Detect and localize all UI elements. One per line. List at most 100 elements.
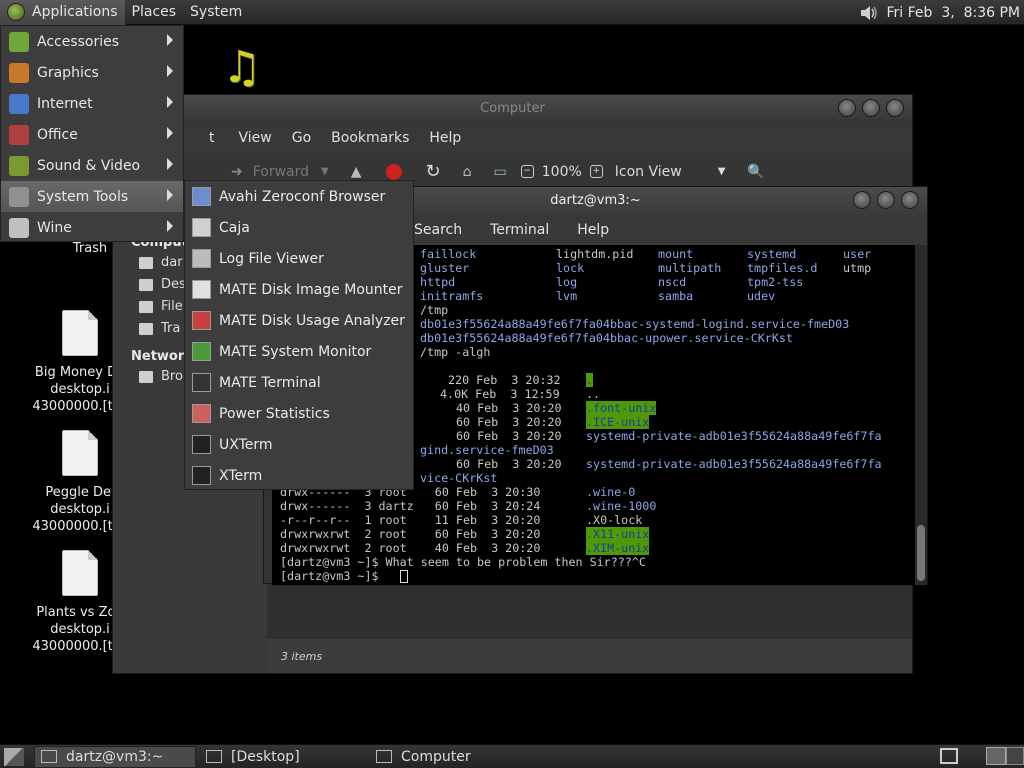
folder-icon (139, 278, 153, 291)
workspace-2[interactable] (1006, 747, 1024, 765)
menu-bookmarks[interactable]: Bookmarks (331, 130, 409, 146)
speaker-icon[interactable] (859, 4, 879, 22)
terminal-icon (41, 750, 57, 763)
document-icon (62, 310, 98, 356)
terminal-text: lock (556, 261, 585, 275)
reload-icon[interactable]: ↻ (426, 161, 441, 182)
apps-menu-item-wine[interactable]: Wine (1, 212, 183, 243)
disk-usage-icon (192, 311, 211, 330)
clock[interactable]: Fri Feb 3, 8:36 PM (887, 5, 1021, 21)
workspace-switcher-icon[interactable] (940, 748, 958, 764)
terminal-line: drwxrwxrwt 2 root 40 Feb 3 20:20 .XIM-uni… (272, 541, 916, 555)
terminal-text: systemd-private-adb01e3f55624a88a49fe6f7… (586, 429, 882, 443)
menu-terminal[interactable]: Terminal (490, 222, 549, 238)
terminal-text: nscd (658, 275, 687, 289)
menu-help[interactable]: Help (429, 130, 461, 146)
status-bar: 3 items (267, 639, 912, 673)
xterm-icon (192, 466, 211, 485)
workspace-1[interactable] (986, 747, 1006, 765)
trash-label: Trash (72, 241, 108, 256)
zoom-in-icon[interactable]: + (589, 165, 603, 178)
task-computer[interactable]: Computer (370, 746, 540, 768)
minimize-button[interactable] (853, 191, 871, 209)
menu-search[interactable]: Search (414, 222, 462, 238)
terminal-text: user (843, 247, 872, 261)
submenu-item-power-statistics[interactable]: Power Statistics (185, 398, 413, 429)
stop-icon[interactable] (385, 163, 402, 180)
submenu-item-caja[interactable]: Caja (185, 212, 413, 243)
submenu-item-mate-system-monitor[interactable]: MATE System Monitor (185, 336, 413, 367)
file-manager-titlebar[interactable]: Computer (113, 95, 912, 123)
system-monitor-icon (192, 342, 211, 361)
places-menu-button[interactable]: Places (125, 0, 184, 25)
zoom-out-icon[interactable]: − (520, 165, 534, 178)
submenu-arrow-icon (167, 189, 173, 201)
graphics-icon (9, 63, 29, 83)
terminal-title: dartz@vm3:~ (550, 193, 641, 208)
submenu-item-avahi-zeroconf-browser[interactable]: Avahi Zeroconf Browser (185, 181, 413, 212)
apps-menu-item-system-tools[interactable]: System Tools (1, 181, 183, 212)
submenu-item-mate-disk-image-mounter[interactable]: MATE Disk Image Mounter (185, 274, 413, 305)
terminal-text: [dartz@vm3 ~]$ (280, 569, 386, 583)
terminal-cursor (400, 570, 408, 583)
sidebar-item-trash[interactable]: Tra (139, 321, 180, 336)
sidebar-item-browse-network[interactable]: Bro (139, 369, 183, 384)
submenu-label: Avahi Zeroconf Browser (219, 188, 386, 205)
close-button[interactable] (886, 99, 904, 117)
scrollbar-thumb[interactable] (917, 525, 925, 581)
terminal-text: 60 Feb 3 20:20 (456, 429, 562, 443)
submenu-item-mate-disk-usage-analyzer[interactable]: MATE Disk Usage Analyzer (185, 305, 413, 336)
submenu-item-log-file-viewer[interactable]: Log File Viewer (185, 243, 413, 274)
system-tools-icon (9, 187, 29, 207)
submenu-item-uxterm[interactable]: UXTerm (185, 429, 413, 460)
system-menu-button[interactable]: System (183, 0, 249, 25)
log-viewer-icon (192, 249, 211, 268)
apps-menu-item-internet[interactable]: Internet (1, 88, 183, 119)
apps-menu-item-office[interactable]: Office (1, 119, 183, 150)
submenu-item-xterm[interactable]: XTerm (185, 460, 413, 491)
submenu-arrow-icon (167, 34, 173, 46)
terminal-text: /tmp (420, 303, 449, 317)
terminal-text: faillock (420, 247, 477, 261)
terminal-text: db01e3f55624a88a49fe6f7fa04bbac-systemd-… (420, 317, 850, 331)
apps-menu-item-graphics[interactable]: Graphics (1, 57, 183, 88)
apps-menu-item-sound-video[interactable]: Sound & Video (1, 150, 183, 181)
terminal-text: 40 Feb 3 20:20 (456, 401, 562, 415)
submenu-arrow-icon (167, 65, 173, 77)
sidebar-item-filesystem[interactable]: File (139, 299, 183, 314)
maximize-button[interactable] (862, 99, 880, 117)
menu-help[interactable]: Help (577, 222, 609, 238)
menu-edit[interactable]: t (209, 130, 215, 146)
applications-menu-button[interactable]: Applications (0, 0, 125, 25)
minimize-button[interactable] (838, 99, 856, 117)
disk-mounter-icon (192, 280, 211, 299)
maximize-button[interactable] (877, 191, 895, 209)
submenu-arrow-icon (167, 158, 173, 170)
search-icon[interactable]: 🔍 (747, 164, 764, 180)
uxterm-icon (192, 435, 211, 454)
menu-go[interactable]: Go (292, 130, 311, 146)
apps-menu-label: Internet (37, 95, 93, 112)
chevron-down-icon[interactable]: ▼ (718, 166, 726, 177)
task-terminal[interactable]: dartz@vm3:~ (34, 745, 196, 768)
terminal-scrollbar[interactable] (915, 245, 927, 585)
computer-icon[interactable]: ▭ (494, 164, 507, 180)
home-icon[interactable]: ⌂ (463, 164, 472, 180)
menu-view[interactable]: View (239, 130, 272, 146)
sidebar-item-home[interactable]: dar (139, 255, 183, 270)
submenu-item-mate-terminal[interactable]: MATE Terminal (185, 367, 413, 398)
show-desktop-icon[interactable] (4, 747, 24, 766)
submenu-label: XTerm (219, 467, 263, 484)
document-icon (62, 550, 98, 596)
forward-button[interactable]: Forward (253, 164, 309, 180)
up-icon[interactable]: ▲ (351, 164, 362, 180)
apps-menu-label: System Tools (37, 188, 129, 205)
music-note-icon[interactable]: ♫ (222, 46, 261, 90)
caja-icon (192, 218, 211, 237)
apps-menu-item-accessories[interactable]: Accessories (1, 26, 183, 57)
chevron-down-icon[interactable]: ▼ (321, 166, 329, 177)
sidebar-item-desktop[interactable]: Des (139, 277, 186, 292)
close-button[interactable] (901, 191, 919, 209)
task-desktop[interactable]: [Desktop] (200, 746, 370, 768)
view-mode-select[interactable]: Icon View (615, 164, 682, 180)
